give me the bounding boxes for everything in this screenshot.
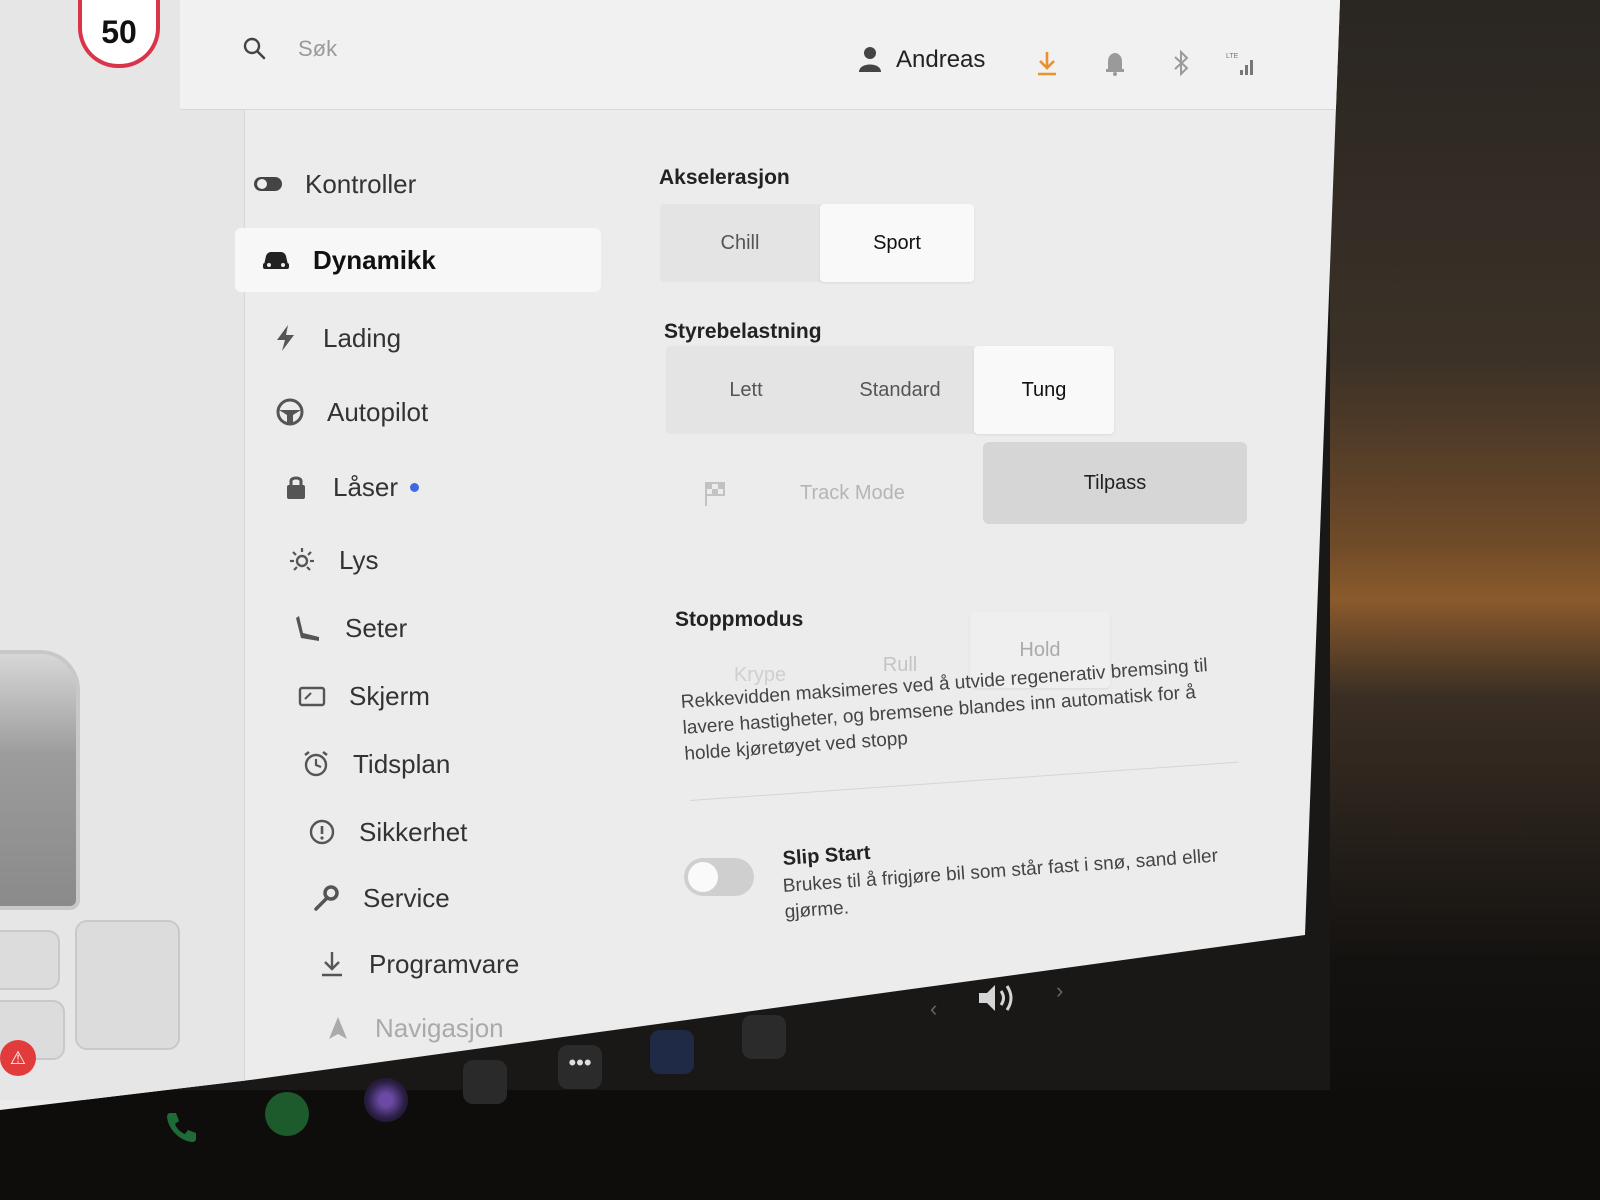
volume-up-chevron-icon[interactable]: › (1056, 978, 1063, 1004)
wrench-icon (314, 885, 339, 911)
car-icon (263, 252, 289, 269)
speed-limit-sign: 50 (78, 0, 160, 68)
user-icon[interactable] (858, 46, 882, 72)
bluetooth-app-icon[interactable] (650, 1030, 694, 1074)
display-icon (298, 686, 326, 707)
acceleration-chill-button[interactable]: Chill (660, 204, 820, 282)
lte-signal-icon: LTE (1226, 53, 1253, 75)
toggle-icon (254, 177, 282, 191)
nav-item-programvare[interactable]: Programvare (317, 932, 617, 996)
nav-item-service[interactable]: Service (311, 866, 611, 930)
slip-start-toggle[interactable] (684, 858, 754, 896)
spotify-icon[interactable] (265, 1092, 309, 1136)
nav-item-skjerm[interactable]: Skjerm (297, 664, 597, 728)
nav-item-label: Kontroller (305, 168, 417, 199)
nav-item-label: Låser (333, 471, 399, 502)
seat-icon (296, 616, 319, 641)
nav-item-label: Programvare (369, 948, 520, 979)
download-icon (322, 952, 342, 977)
steering-standard-button[interactable]: Standard (826, 346, 974, 434)
nav-item-lys[interactable]: Lys (287, 528, 587, 592)
lightning-icon (277, 325, 294, 351)
navigation-arrow-icon (329, 1017, 347, 1039)
nav-item-label: Tidsplan (353, 748, 451, 779)
search-input[interactable] (298, 34, 598, 64)
screen-bezel-bottom (0, 1090, 1600, 1200)
steering-segmented-control: Lett Standard Tung (666, 346, 1114, 434)
steering-title: Styrebelastning (664, 320, 822, 343)
alarm-clock-icon (304, 751, 328, 777)
volume-down-chevron-icon[interactable]: ‹ (930, 996, 937, 1022)
nav-item-label: Service (363, 882, 450, 913)
toggle-knob (688, 862, 718, 892)
checkered-flag-icon (705, 482, 725, 506)
notification-dot (410, 482, 420, 492)
user-profile-name[interactable]: Andreas (896, 46, 985, 74)
track-mode-label: Track Mode (800, 481, 905, 504)
software-update-icon[interactable] (1036, 50, 1058, 76)
warning-circle-icon (309, 819, 335, 845)
more-apps-icon[interactable]: ••• (558, 1045, 602, 1089)
slip-start-title: Slip Start (782, 841, 872, 870)
nav-item-sikkerhet[interactable]: Sikkerhet (307, 800, 607, 864)
section-divider (690, 761, 1239, 801)
steering-lett-button[interactable]: Lett (666, 346, 826, 434)
car-visualization-panel: 50 ⚠ (0, 0, 245, 1100)
nav-item-laser[interactable]: Låser (281, 455, 581, 519)
nav-item-label: Lys (339, 544, 379, 575)
nav-item-label: Sikkerhet (359, 816, 468, 847)
steering-wheel-icon (276, 398, 304, 426)
camera-icon[interactable] (364, 1078, 408, 1122)
nav-item-autopilot[interactable]: Autopilot (275, 380, 575, 444)
car-silhouette (0, 650, 80, 910)
search-icon[interactable] (242, 36, 266, 60)
volume-icon[interactable] (975, 980, 1019, 1016)
nav-item-label: Autopilot (327, 396, 429, 427)
acceleration-segmented-control: Chill Sport (660, 204, 974, 282)
nav-item-dynamikk[interactable]: Dynamikk (235, 228, 601, 292)
nav-item-label: Lading (323, 322, 402, 353)
nav-item-tidsplan[interactable]: Tidsplan (301, 732, 601, 796)
network-type-label: LTE (1226, 53, 1239, 60)
bell-icon[interactable] (1104, 50, 1126, 76)
top-bar: Andreas LTE (180, 0, 1340, 110)
acceleration-title: Akselerasjon (659, 166, 790, 189)
seat-rear (75, 920, 180, 1050)
customize-button[interactable]: Tilpass (983, 442, 1247, 524)
track-mode-button[interactable]: Track Mode (700, 462, 960, 524)
calendar-icon[interactable] (463, 1060, 507, 1104)
acceleration-sport-button[interactable]: Sport (820, 204, 974, 282)
bluetooth-icon[interactable] (1170, 50, 1192, 76)
steering-tung-button[interactable]: Tung (974, 346, 1114, 434)
sun-icon (290, 548, 314, 571)
seatbelt-warning-icon: ⚠ (0, 1040, 36, 1076)
info-app-icon[interactable] (742, 1015, 786, 1059)
nav-item-lading[interactable]: Lading (271, 306, 571, 370)
phone-icon[interactable] (160, 1105, 204, 1149)
stopping-krype-button[interactable]: Krype (690, 612, 830, 688)
nav-item-kontroller[interactable]: Kontroller (253, 152, 553, 216)
touchscreen: 50 ⚠ Andreas LTE Kontroller Dynamikk Lad… (0, 0, 1340, 1110)
screen-bezel-right (1330, 0, 1600, 1200)
nav-item-label: Skjerm (349, 680, 430, 711)
nav-item-label: Navigasjon (375, 1012, 504, 1043)
nav-item-label: Dynamikk (313, 244, 436, 275)
nav-item-label: Seter (345, 612, 408, 643)
nav-item-seter[interactable]: Seter (293, 596, 593, 660)
lock-icon (287, 476, 305, 499)
seat-front-left (0, 930, 60, 990)
